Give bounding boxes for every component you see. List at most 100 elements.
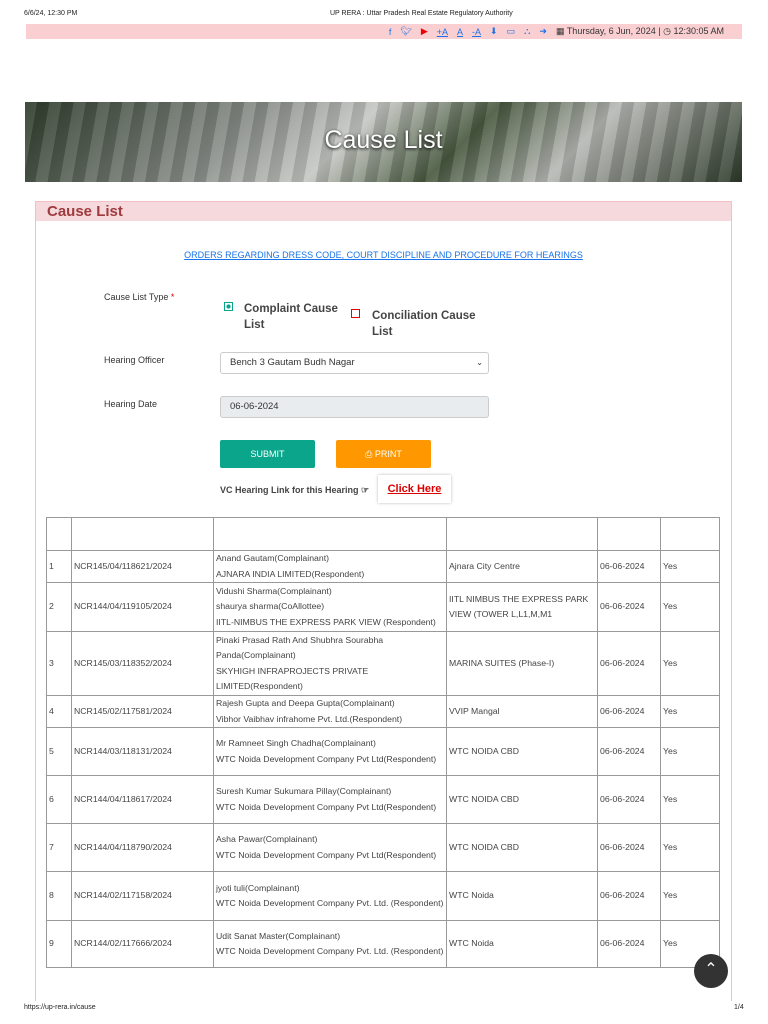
vc-cell: Yes [660, 550, 720, 583]
project-cell: WTC NOIDA CBD [446, 823, 598, 872]
vc-cell: Yes [660, 727, 720, 776]
serial-cell: 2 [46, 582, 72, 632]
date-cell: 06-06-2024 [597, 631, 661, 696]
chevron-down-icon: ⌄ [476, 358, 483, 367]
table-row: 7 NCR144/04/118790/2024 Asha Pawar(Complai… [46, 823, 720, 872]
font-decrease-button[interactable]: -A [472, 27, 481, 37]
calendar-icon: ▦ [555, 26, 565, 36]
desktop-icon[interactable]: ▭ [507, 26, 516, 37]
table-row: 1 NCR145/04/118621/2024 Anand Gautam(Compl… [46, 550, 720, 583]
vc-click-here-link[interactable]: Click Here [378, 475, 451, 503]
font-normal-button[interactable]: A [457, 27, 463, 37]
parties-cell: Pinaki Prasad Rath And Shubhra Sourabha … [213, 631, 447, 696]
hearing-officer-select[interactable]: Bench 3 Gautam Budh Nagar ⌄ [220, 352, 489, 374]
serial-cell: 6 [46, 775, 72, 824]
vc-cell: Yes [660, 631, 720, 696]
radio-conciliation[interactable]: Conciliation Cause List [351, 308, 482, 340]
table-row: 5 NCR144/03/118131/2024 Mr Ramneet Singh C… [46, 727, 720, 776]
date-cell: 06-06-2024 [597, 920, 661, 968]
orders-link[interactable]: ORDERS REGARDING DRESS CODE, COURT DISCI… [35, 250, 732, 260]
table-row: 4 NCR145/02/117581/2024 Rajesh Gupta and D… [46, 695, 720, 728]
complaint-number-cell: NCR144/04/118790/2024 [71, 823, 214, 872]
print-datetime: 6/6/24, 12:30 PM [24, 10, 78, 17]
current-date: Thursday, 6 Jun, 2024 [566, 26, 656, 36]
hearing-date-label: Hearing Date [104, 399, 158, 409]
login-icon[interactable]: ➜ [539, 26, 547, 37]
complaint-number-cell: NCR144/02/117158/2024 [71, 871, 214, 921]
panel-title: Cause List [36, 202, 731, 221]
print-button[interactable]: ⎙ PRINT [336, 440, 431, 468]
radio-unchecked-icon[interactable] [351, 309, 360, 318]
twitter-icon[interactable]: 🐦︎ [400, 26, 411, 37]
serial-cell: 4 [46, 695, 72, 728]
radio-checked-icon[interactable] [224, 302, 233, 311]
parties-cell: Anand Gautam(Complainant) AJNARA INDIA L… [213, 550, 447, 583]
parties-cell: jyoti tuli(Complainant) WTC Noida Develo… [213, 871, 447, 921]
table-header-row [46, 517, 720, 551]
table-row: 8 NCR144/02/117158/2024 jyoti tuli(Complai… [46, 871, 720, 921]
download-icon[interactable]: ⬇ [490, 26, 498, 37]
font-increase-button[interactable]: +A [437, 27, 448, 37]
cause-list-table: 1 NCR145/04/118621/2024 Anand Gautam(Compl… [46, 517, 720, 968]
complaint-number-cell: NCR145/03/118352/2024 [71, 631, 214, 696]
date-cell: 06-06-2024 [597, 550, 661, 583]
date-cell: 06-06-2024 [597, 775, 661, 824]
project-cell: Ajnara City Centre [446, 550, 598, 583]
parties-cell: Asha Pawar(Complainant) WTC Noida Develo… [213, 823, 447, 872]
hearing-officer-label: Hearing Officer [104, 355, 165, 365]
top-bar: f 🐦︎ ▶ +A A -A ⬇ ▭ ⛬ ➜ ▦ Thursday, 6 Jun… [26, 24, 742, 39]
cause-list-type-label: Cause List Type * [104, 292, 175, 302]
serial-cell: 9 [46, 920, 72, 968]
banner: Cause List [25, 102, 742, 182]
table-row: 9 NCR144/02/117666/2024 Udit Sanat Master(… [46, 920, 720, 968]
project-cell: WTC NOIDA CBD [446, 775, 598, 824]
project-cell: WTC Noida [446, 920, 598, 968]
hearing-date-input[interactable]: 06-06-2024 [220, 396, 489, 418]
complaint-number-cell: NCR145/04/118621/2024 [71, 550, 214, 583]
project-cell: WTC NOIDA CBD [446, 727, 598, 776]
vc-cell: Yes [660, 775, 720, 824]
vc-hearing-label: VC Hearing Link for this Hearing ☞ [220, 485, 370, 495]
sitemap-icon[interactable]: ⛬ [524, 26, 530, 37]
vc-cell: Yes [660, 695, 720, 728]
clock-icon: ◷ [663, 26, 671, 36]
scroll-to-top-button[interactable]: ⌃ [694, 954, 728, 988]
complaint-number-cell: NCR144/03/118131/2024 [71, 727, 214, 776]
parties-cell: Vidushi Sharma(Complainant) shaurya shar… [213, 582, 447, 632]
vc-cell: Yes [660, 823, 720, 872]
date-cell: 06-06-2024 [597, 727, 661, 776]
current-time: 12:30:05 AM [673, 26, 724, 36]
complaint-number-cell: NCR144/02/117666/2024 [71, 920, 214, 968]
youtube-icon[interactable]: ▶ [421, 26, 428, 37]
serial-cell: 3 [46, 631, 72, 696]
parties-cell: Mr Ramneet Singh Chadha(Complainant) WTC… [213, 727, 447, 776]
banner-title: Cause List [324, 126, 443, 154]
date-cell: 06-06-2024 [597, 582, 661, 632]
serial-cell: 7 [46, 823, 72, 872]
complaint-number-cell: NCR144/04/119105/2024 [71, 582, 214, 632]
submit-button[interactable]: SUBMIT [220, 440, 315, 468]
vc-cell: Yes [660, 871, 720, 921]
project-cell: IITL NIMBUS THE EXPRESS PARK VIEW (TOWER… [446, 582, 598, 632]
radio-complaint[interactable]: Complaint Cause List [224, 301, 344, 333]
table-row: 3 NCR145/03/118352/2024 Pinaki Prasad Rath… [46, 631, 720, 696]
parties-cell: Udit Sanat Master(Complainant) WTC Noida… [213, 920, 447, 968]
complaint-number-cell: NCR145/02/117581/2024 [71, 695, 214, 728]
complaint-number-cell: NCR144/04/118617/2024 [71, 775, 214, 824]
table-row: 6 NCR144/04/118617/2024 Suresh Kumar Sukum… [46, 775, 720, 824]
facebook-icon[interactable]: f [389, 27, 392, 37]
project-cell: MARINA SUITES (Phase-I) [446, 631, 598, 696]
project-cell: WTC Noida [446, 871, 598, 921]
date-cell: 06-06-2024 [597, 871, 661, 921]
table-row: 2 NCR144/04/119105/2024 Vidushi Sharma(Com… [46, 582, 720, 632]
footer-page: 1/4 [734, 1004, 744, 1011]
print-title: UP RERA : Uttar Pradesh Real Estate Regu… [330, 10, 513, 17]
footer-url: https://up-rera.in/cause [24, 1004, 96, 1011]
project-cell: VVIP Mangal [446, 695, 598, 728]
parties-cell: Rajesh Gupta and Deepa Gupta(Complainant… [213, 695, 447, 728]
serial-cell: 1 [46, 550, 72, 583]
vc-cell: Yes [660, 582, 720, 632]
print-icon: ⎙ [365, 449, 373, 459]
hand-pointer-icon: ☞ [361, 485, 370, 495]
serial-cell: 5 [46, 727, 72, 776]
